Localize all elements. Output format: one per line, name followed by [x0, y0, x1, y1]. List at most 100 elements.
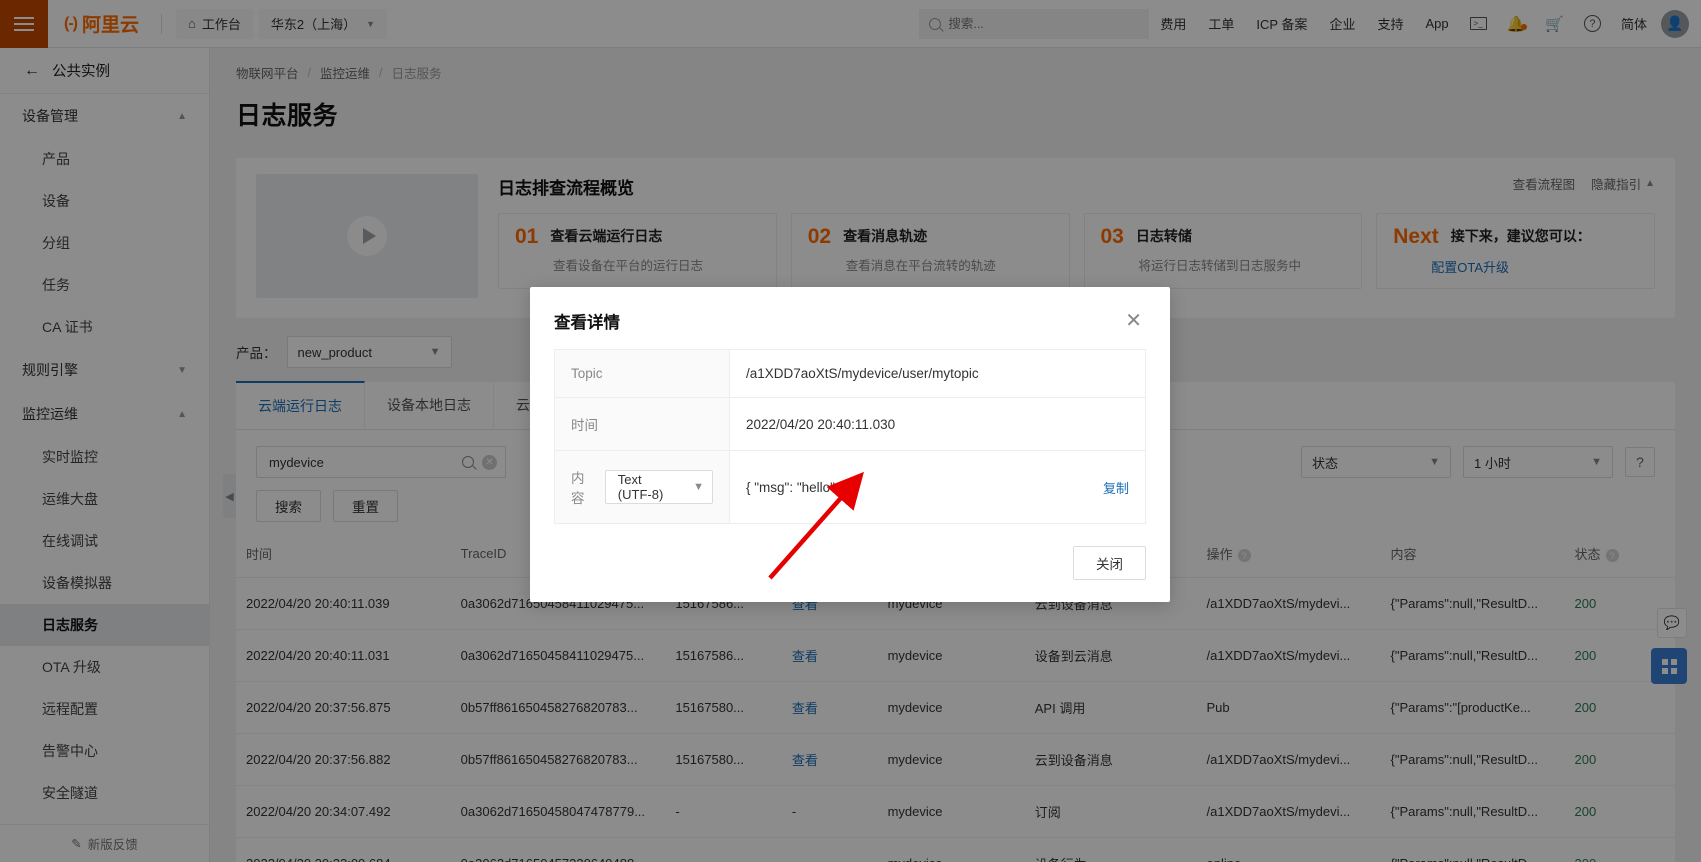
table-row[interactable]: 2022/04/20 20:37:56.875 0b57ff86165045827…	[236, 681, 1675, 734]
col-operation[interactable]: 操作?	[1196, 530, 1381, 578]
search-button[interactable]: 搜索	[256, 490, 321, 522]
chevron-up-icon[interactable]: ▲	[1645, 178, 1655, 189]
header-link-icp[interactable]: ICP 备案	[1245, 14, 1318, 33]
sidebar-item-realtime-monitor[interactable]: 实时监控	[0, 436, 209, 478]
sidebar-item-ops-dashboard[interactable]: 运维大盘	[0, 478, 209, 520]
cell-view-link[interactable]: 查看	[781, 629, 878, 682]
header-link-enterprise[interactable]: 企业	[1318, 14, 1366, 33]
header-link-tickets[interactable]: 工单	[1197, 14, 1245, 33]
home-icon: ⌂	[188, 16, 196, 31]
col-status-label: 状态	[1574, 547, 1601, 562]
help-icon[interactable]: ?	[1237, 549, 1251, 563]
header-link-app[interactable]: App	[1414, 16, 1459, 31]
sidebar-item-remote-config[interactable]: 远程配置	[0, 688, 209, 730]
copy-link[interactable]: 复制	[1103, 478, 1129, 497]
search-input[interactable]	[269, 454, 454, 470]
terminal-icon[interactable]: >_	[1460, 17, 1497, 30]
header-link-support[interactable]: 支持	[1366, 14, 1414, 33]
workbench-button[interactable]: ⌂ 工作台	[176, 8, 253, 39]
tab-device-local-log[interactable]: 设备本地日志	[365, 382, 494, 429]
hamburger-icon[interactable]	[0, 0, 48, 48]
language-selector[interactable]: 简体	[1611, 14, 1657, 33]
sidebar-group-rule-engine[interactable]: 规则引擎 ▼	[0, 348, 209, 392]
time-range-select[interactable]: 1 小时 ▼	[1463, 446, 1613, 478]
top-header: (-) 阿里云 ⌂ 工作台 华东2（上海） ▼ 费用 工单 ICP 备案 企业 …	[0, 0, 1701, 48]
help-button[interactable]: ?	[1625, 447, 1655, 477]
hide-guide-link[interactable]: 隐藏指引	[1591, 174, 1641, 193]
table-row[interactable]: 2022/04/20 20:34:07.492 0a3062d7165045804…	[236, 785, 1675, 838]
col-time[interactable]: 时间	[236, 530, 451, 578]
region-selector[interactable]: 华东2（上海） ▼	[258, 8, 388, 39]
product-select[interactable]: new_product ▼	[286, 336, 452, 368]
close-icon[interactable]: ✕	[1121, 309, 1146, 333]
cell-view-link[interactable]: 查看	[781, 681, 878, 734]
close-button[interactable]: 关闭	[1073, 546, 1146, 580]
cell-view-link[interactable]: 查看	[781, 733, 878, 786]
breadcrumb-item-iot-platform[interactable]: 物联网平台	[236, 63, 299, 82]
sidebar-item-ota-upgrade[interactable]: OTA 升级	[0, 646, 209, 688]
aliyun-logo[interactable]: (-) 阿里云	[48, 10, 153, 37]
table-row[interactable]: 2022/04/20 20:40:11.031 0a3062d7165045841…	[236, 629, 1675, 682]
header-link-fees[interactable]: 费用	[1149, 14, 1197, 33]
sidebar-item-groups[interactable]: 分组	[0, 222, 209, 264]
sidebar-item-ca-cert[interactable]: CA 证书	[0, 306, 209, 348]
help-icon[interactable]: ?	[1574, 15, 1611, 32]
search-icon[interactable]	[462, 456, 474, 468]
status-select[interactable]: 状态 ▼	[1301, 446, 1451, 478]
cart-icon[interactable]: 🛒	[1535, 15, 1574, 33]
step-number: Next	[1393, 225, 1439, 248]
grid-icon[interactable]	[1651, 648, 1687, 684]
guide-step-02[interactable]: 02 查看消息轨迹 查看消息在平台流转的轨迹	[790, 213, 1070, 289]
guide-step-next[interactable]: Next 接下来，建议您可以： 配置OTA升级	[1376, 213, 1655, 289]
breadcrumb-separator: /	[379, 65, 383, 80]
cell-time: 2022/04/20 20:40:11.039	[236, 577, 451, 630]
sidebar-group-monitoring[interactable]: 监控运维 ▲	[0, 392, 209, 436]
step-number: 02	[807, 225, 832, 248]
device-search-field[interactable]: ✕	[256, 446, 506, 478]
cell-logtype: 设备行为	[1024, 837, 1197, 862]
guide-next-link[interactable]: 配置OTA升级	[1393, 257, 1638, 276]
step-description: 查看消息在平台流转的轨迹	[845, 259, 996, 273]
cell-operation: online	[1196, 837, 1381, 862]
sidebar-item-alarm-center[interactable]: 告警中心	[0, 730, 209, 772]
sidebar-item-log-service[interactable]: 日志服务	[0, 604, 209, 646]
sidebar-item-device-simulator[interactable]: 设备模拟器	[0, 562, 209, 604]
sidebar-item-products[interactable]: 产品	[0, 138, 209, 180]
sidebar-item-devices[interactable]: 设备	[0, 180, 209, 222]
detail-row-time: 时间 2022/04/20 20:40:11.030	[554, 397, 1146, 451]
sidebar-feedback[interactable]: ✎ 新版反馈	[0, 824, 209, 862]
arrow-left-icon: ←	[24, 61, 40, 79]
guide-step-03[interactable]: 03 日志转储 将运行日志转储到日志服务中	[1083, 213, 1363, 289]
table-row[interactable]: 2022/04/20 20:22:00.6840a3062d7165045732…	[236, 837, 1675, 862]
time-select-value: 1 小时	[1474, 455, 1511, 471]
col-status[interactable]: 状态?	[1564, 530, 1675, 578]
chat-icon[interactable]: 💬	[1657, 608, 1687, 638]
cell-operation: /a1XDD7aoXtS/mydevi...	[1196, 785, 1381, 838]
reset-button[interactable]: 重置	[333, 490, 398, 522]
col-content[interactable]: 内容	[1380, 530, 1565, 578]
encoding-select[interactable]: Text (UTF-8) ▼	[604, 470, 713, 504]
cell-messageid: 15167586...	[665, 629, 782, 682]
sidebar-item-tasks[interactable]: 任务	[0, 264, 209, 306]
content-label: 内容	[571, 471, 585, 506]
help-icon[interactable]: ?	[1605, 549, 1619, 563]
bell-icon[interactable]: 🔔	[1497, 15, 1536, 33]
sidebar-back-public-instance[interactable]: ← 公共实例	[0, 48, 209, 94]
guide-step-01[interactable]: 01 查看云端运行日志 查看设备在平台的运行日志	[498, 213, 777, 289]
view-flowchart-link[interactable]: 查看流程图	[1513, 174, 1576, 193]
table-row[interactable]: 2022/04/20 20:37:56.882 0b57ff86165045827…	[236, 733, 1675, 786]
guide-video-thumbnail[interactable]	[256, 174, 478, 298]
sidebar-group-device-management[interactable]: 设备管理 ▲	[0, 94, 209, 138]
clear-icon[interactable]: ✕	[482, 454, 497, 470]
tab-cloud-runtime-log[interactable]: 云端运行日志	[236, 381, 365, 429]
panel-collapse-handle[interactable]: ◀	[223, 474, 236, 518]
breadcrumb-item-monitoring[interactable]: 监控运维	[320, 63, 370, 82]
avatar[interactable]: 👤	[1661, 9, 1689, 38]
chevron-down-icon: ▼	[366, 18, 376, 29]
global-search-input[interactable]	[948, 16, 1140, 31]
sidebar-item-secure-tunnel[interactable]: 安全隧道	[0, 772, 209, 814]
logo-mark-icon: (-)	[64, 14, 78, 32]
global-search[interactable]	[919, 8, 1150, 39]
sidebar-item-online-debug[interactable]: 在线调试	[0, 520, 209, 562]
notification-dot	[1521, 23, 1528, 30]
